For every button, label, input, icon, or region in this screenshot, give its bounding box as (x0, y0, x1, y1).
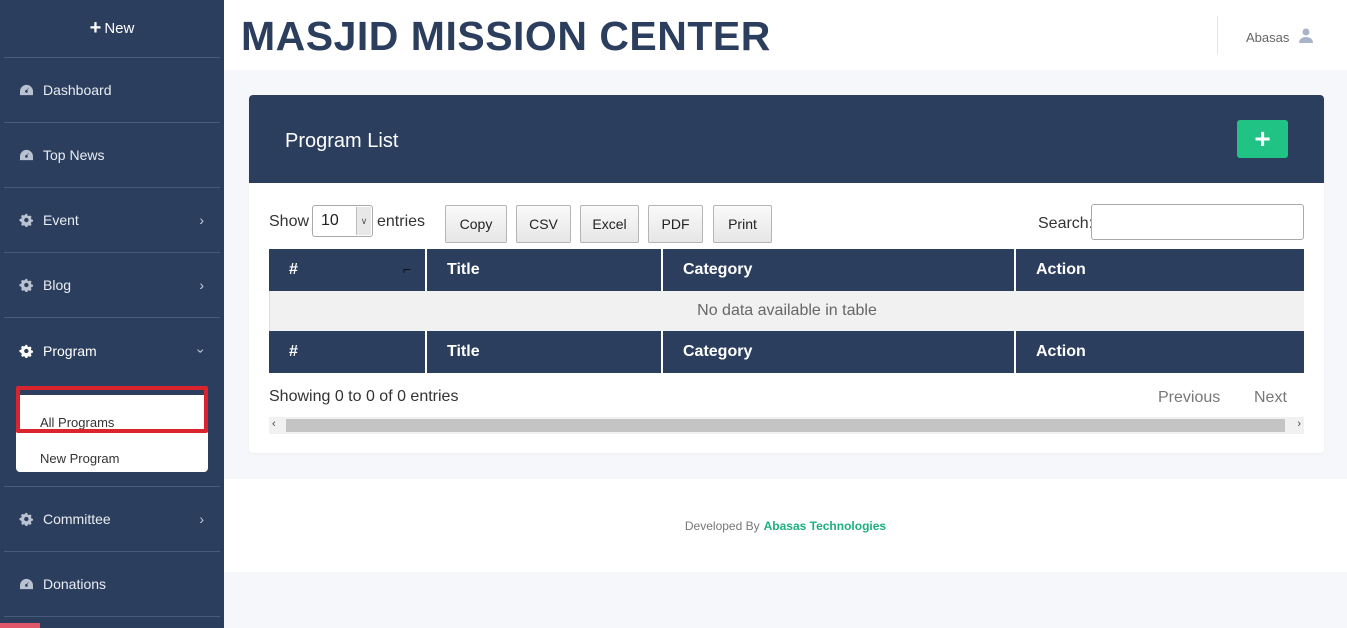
scroll-right-icon[interactable]: › (1297, 418, 1301, 430)
search-label: Search: (1038, 215, 1094, 232)
search-input[interactable] (1091, 204, 1304, 240)
table-footer-row: # Title Category Action (269, 331, 1304, 373)
gauge-icon (18, 82, 34, 98)
sidebar-item-program[interactable]: Program › (4, 318, 220, 383)
sidebar-item-label: Donations (43, 576, 107, 592)
sort-icon: ⌐ (402, 261, 411, 277)
column-footer-category: Category (663, 331, 1016, 373)
gear-icon (18, 343, 34, 359)
show-label: Show (269, 213, 310, 230)
empty-table-row: No data available in table (269, 291, 1304, 331)
next-page-button[interactable]: Next (1254, 389, 1287, 407)
column-footer-action: Action (1016, 331, 1304, 373)
brand-title: MASJID MISSION CENTER (241, 13, 771, 59)
column-label: Action (1036, 343, 1086, 360)
column-header-action[interactable]: Action (1016, 249, 1304, 291)
add-program-button[interactable]: + (1237, 120, 1288, 158)
table-info: Showing 0 to 0 of 0 entries (269, 388, 459, 405)
footer-company-link[interactable]: Abasas Technologies (764, 519, 886, 533)
plus-icon: + (1254, 123, 1271, 154)
card-title: Program List (285, 130, 399, 152)
new-button-label: New (104, 20, 135, 37)
column-footer-number: # (269, 331, 427, 373)
previous-page-button[interactable]: Previous (1158, 389, 1220, 407)
gauge-icon (18, 576, 34, 592)
sidebar-item-label: Blog (43, 277, 72, 293)
column-header-number[interactable]: # ⌐ (269, 249, 427, 291)
sidebar-item-dashboard[interactable]: Dashboard (4, 58, 220, 123)
column-label: Category (683, 343, 753, 360)
column-header-category[interactable]: Category (663, 249, 1016, 291)
header-divider (1217, 16, 1218, 54)
scrollbar-thumb[interactable] (286, 419, 1285, 432)
new-button[interactable]: + New (4, 0, 220, 58)
sidebar-item-label: Program (43, 342, 97, 359)
csv-button[interactable]: CSV (516, 205, 571, 243)
table-header-row: # ⌐ Title Category Action (269, 249, 1304, 291)
sidebar: + New Dashboard Top News Event › Blog › … (0, 0, 224, 628)
table-controls: Show 10 ∨ entries Copy CSV Excel PDF Pri… (269, 204, 1304, 243)
horizontal-scrollbar[interactable]: ‹ › (269, 417, 1304, 434)
sidebar-item-label: Top News (43, 147, 105, 163)
sidebar-item-committee[interactable]: Committee › (4, 487, 220, 552)
chevron-down-icon: › (193, 348, 210, 353)
program-list-card: Program List + Show 10 ∨ entries Copy CS… (249, 95, 1324, 453)
pdf-button[interactable]: PDF (648, 205, 703, 243)
sidebar-item-blog[interactable]: Blog › (4, 253, 220, 318)
top-header: MASJID MISSION CENTER Abasas (224, 0, 1347, 70)
gauge-icon (18, 147, 34, 163)
excel-button[interactable]: Excel (580, 205, 639, 243)
column-footer-title: Title (427, 331, 663, 373)
column-label: Title (447, 261, 480, 278)
gear-icon (18, 277, 34, 293)
plus-icon: + (89, 17, 102, 39)
footer-prefix: Developed By (684, 518, 760, 533)
chevron-right-icon: › (199, 277, 204, 293)
highlight-box (16, 386, 208, 433)
entries-select[interactable]: 10 ∨ (312, 205, 373, 237)
page-footer: Developed By Abasas Technologies (224, 479, 1347, 572)
column-label: Category (683, 261, 753, 278)
column-label: Title (447, 343, 480, 360)
sidebar-item-donations[interactable]: Donations (4, 552, 220, 617)
chevron-right-icon: › (199, 511, 204, 527)
chevron-down-icon: ∨ (356, 207, 371, 235)
user-icon (1299, 28, 1314, 46)
copy-button[interactable]: Copy (445, 205, 507, 243)
card-header: Program List + (249, 95, 1324, 183)
sidebar-item-label: Committee (43, 511, 111, 527)
scroll-left-icon[interactable]: ‹ (272, 418, 276, 430)
gear-icon (18, 511, 34, 527)
program-table: # ⌐ Title Category Action No data availa… (269, 249, 1304, 373)
entries-select-value: 10 (321, 212, 339, 229)
sidebar-bottom-marker (0, 623, 40, 628)
submenu-item-new-program[interactable]: New Program (40, 451, 119, 466)
user-menu[interactable]: Abasas (1246, 28, 1314, 46)
column-header-title[interactable]: Title (427, 249, 663, 291)
print-button[interactable]: Print (713, 205, 772, 243)
user-name: Abasas (1246, 29, 1290, 45)
sidebar-item-label: Event (43, 212, 79, 228)
gear-icon (18, 212, 34, 228)
entries-label: entries (377, 213, 426, 230)
chevron-right-icon: › (199, 212, 204, 228)
sidebar-item-top-news[interactable]: Top News (4, 123, 220, 188)
sidebar-item-label: Dashboard (43, 82, 112, 98)
column-label: Action (1036, 261, 1086, 278)
sidebar-item-event[interactable]: Event › (4, 188, 220, 253)
column-label: # (289, 343, 298, 360)
column-label: # (289, 261, 298, 278)
